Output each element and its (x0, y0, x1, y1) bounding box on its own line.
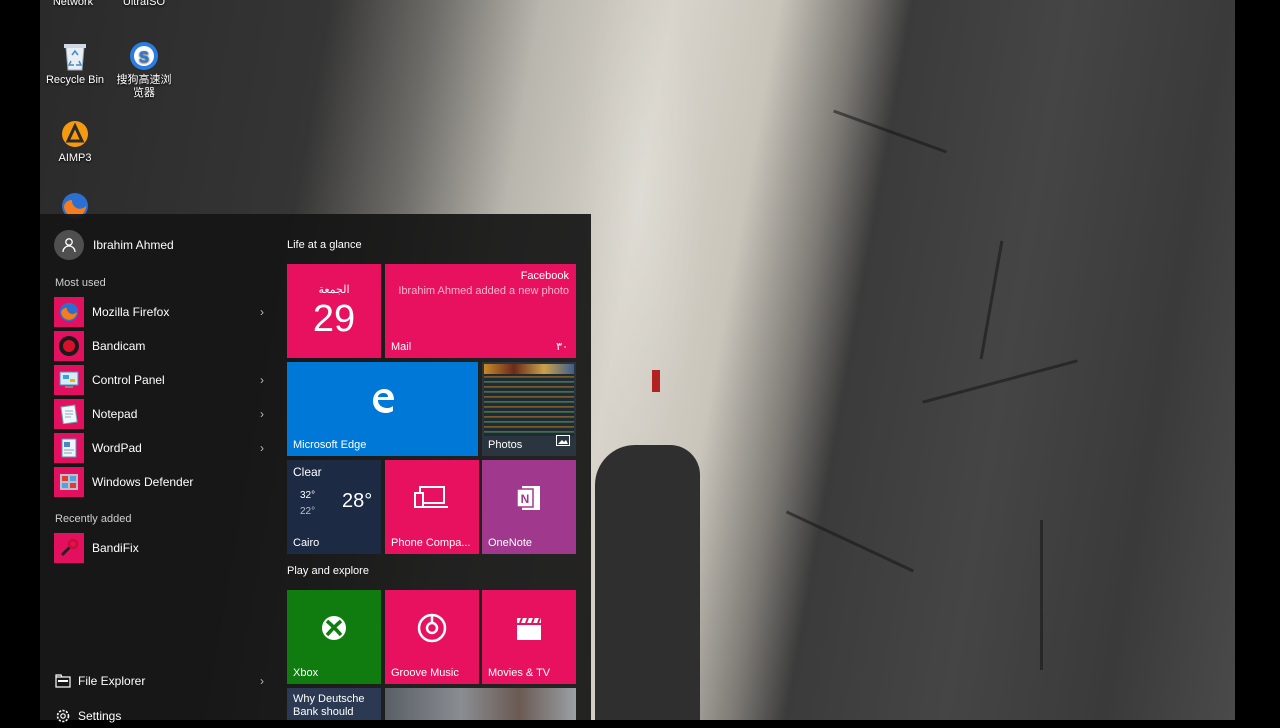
photos-preview-image (484, 364, 574, 436)
aimp-icon (59, 118, 91, 150)
desktop-icon-network[interactable]: Network (40, 0, 113, 9)
user-account-button[interactable]: Ibrahim Ahmed (54, 230, 174, 260)
desktop-icon-label: AIMP3 (58, 152, 92, 164)
tile-name: Groove Music (391, 667, 459, 679)
svg-text:S: S (139, 49, 150, 66)
chevron-right-icon[interactable]: › (260, 305, 264, 319)
app-item-windows-defender[interactable]: Windows Defender (54, 467, 264, 497)
desktop-icon-ultraiso[interactable]: UltraISO (104, 0, 184, 9)
weather-tile[interactable]: Clear 32° 22° 28° Cairo (287, 460, 381, 554)
calendar-day-number: 29 (312, 298, 356, 340)
chevron-right-icon[interactable]: › (260, 407, 264, 421)
mail-source: Facebook (520, 270, 569, 282)
onenote-icon: N (482, 460, 576, 536)
weather-low: 22° (300, 506, 316, 517)
app-item-label: Windows Defender (92, 475, 194, 489)
app-item-label: Control Panel (92, 373, 165, 387)
movies-tv-tile[interactable]: Movies & TV (482, 590, 576, 684)
settings-icon (54, 708, 72, 724)
app-item-label: BandiFix (92, 541, 139, 555)
app-item-label: Notepad (92, 407, 138, 421)
app-item-notepad[interactable]: Notepad › (54, 399, 264, 429)
tile-name: Movies & TV (488, 667, 551, 679)
most-used-label: Most used (55, 277, 106, 289)
desktop-icon-label: UltraISO (122, 0, 166, 8)
mail-tile[interactable]: Facebook Ibrahim Ahmed added a new photo… (385, 264, 576, 358)
recently-added-label: Recently added (55, 513, 132, 525)
weather-condition: Clear (293, 465, 322, 479)
desktop-icon-label-line1: 搜狗高速浏 (116, 74, 172, 86)
app-item-control-panel[interactable]: Control Panel › (54, 365, 264, 395)
tile-name: Cairo (293, 537, 320, 549)
start-menu: Ibrahim Ahmed Most used Mozilla Firefox … (40, 214, 591, 723)
photo-icon (556, 433, 570, 451)
svg-text:N: N (521, 492, 530, 506)
bandifix-icon (54, 533, 84, 563)
xbox-tile[interactable]: Xbox (287, 590, 381, 684)
news-headline-line1: Why Deutsche (293, 693, 365, 705)
news-tile[interactable]: Why Deutsche Bank should (287, 688, 381, 720)
app-item-bandicam[interactable]: Bandicam (54, 331, 264, 361)
recycle-bin-icon (59, 40, 91, 72)
groove-music-icon (385, 590, 479, 666)
user-name: Ibrahim Ahmed (93, 238, 174, 252)
mail-count-badge: ٣٠ (556, 341, 568, 353)
weather-high: 32° (300, 490, 316, 501)
file-explorer-button[interactable]: File Explorer › (54, 669, 264, 693)
app-item-bandifix[interactable]: BandiFix (54, 533, 264, 563)
climber-figure (652, 370, 660, 392)
microsoft-edge-tile[interactable]: Microsoft Edge (287, 362, 478, 456)
edge-icon (287, 362, 478, 438)
weather-current-temp: 28° (342, 490, 373, 512)
desktop-icon-sogou-browser[interactable]: S 搜狗高速浏 览器 (104, 40, 184, 100)
settings-label: Settings (78, 709, 122, 723)
photos-preview-banner (484, 364, 574, 374)
news-headline-line2: Bank should (293, 706, 354, 718)
groove-music-tile[interactable]: Groove Music (385, 590, 479, 684)
store-tile[interactable] (385, 688, 576, 720)
dark-rock-outcrop (595, 445, 700, 720)
tile-name: Mail (391, 341, 412, 353)
calendar-day-name: الجمعة (318, 284, 350, 296)
xbox-icon (287, 590, 381, 666)
chevron-right-icon[interactable]: › (260, 441, 264, 455)
firefox-icon (54, 297, 84, 327)
notepad-icon (54, 399, 84, 429)
app-item-label: Bandicam (92, 339, 146, 353)
desktop-icon-aimp3[interactable]: AIMP3 (40, 118, 115, 165)
desktop-icon-label: Network (52, 0, 94, 8)
app-item-wordpad[interactable]: WordPad › (54, 433, 264, 463)
phone-companion-tile[interactable]: Phone Compa... (385, 460, 479, 554)
mail-message: Ibrahim Ahmed added a new photo (398, 285, 569, 297)
chevron-right-icon[interactable]: › (260, 373, 264, 387)
control-panel-icon (54, 365, 84, 395)
windows-defender-icon (54, 467, 84, 497)
onenote-tile[interactable]: N OneNote (482, 460, 576, 554)
tile-name: Microsoft Edge (293, 439, 367, 451)
group-title-play-and-explore: Play and explore (287, 565, 369, 577)
app-item-label: Mozilla Firefox (92, 305, 170, 319)
app-item-mozilla-firefox[interactable]: Mozilla Firefox › (54, 297, 264, 327)
wordpad-icon (54, 433, 84, 463)
tile-name: Photos (488, 439, 523, 451)
chevron-right-icon[interactable]: › (260, 674, 264, 688)
bandicam-icon (54, 331, 84, 361)
app-item-label: WordPad (92, 441, 142, 455)
file-explorer-label: File Explorer (78, 674, 146, 688)
file-explorer-icon (54, 674, 72, 688)
sogou-browser-icon: S (128, 40, 160, 72)
start-menu-app-list: Ibrahim Ahmed Most used Mozilla Firefox … (40, 214, 275, 723)
group-title-life-at-a-glance: Life at a glance (287, 239, 362, 251)
clapperboard-icon (482, 590, 576, 666)
settings-button[interactable]: Settings (54, 704, 264, 728)
avatar (54, 230, 84, 260)
tile-name: OneNote (488, 537, 533, 549)
phone-companion-icon (385, 460, 479, 536)
desktop-icon-label-line2: 览器 (133, 87, 155, 99)
calendar-tile[interactable]: الجمعة 29 (287, 264, 381, 358)
tile-name: Phone Compa... (391, 537, 471, 549)
photos-tile[interactable]: Photos (482, 362, 576, 456)
tile-name: Xbox (293, 667, 319, 679)
